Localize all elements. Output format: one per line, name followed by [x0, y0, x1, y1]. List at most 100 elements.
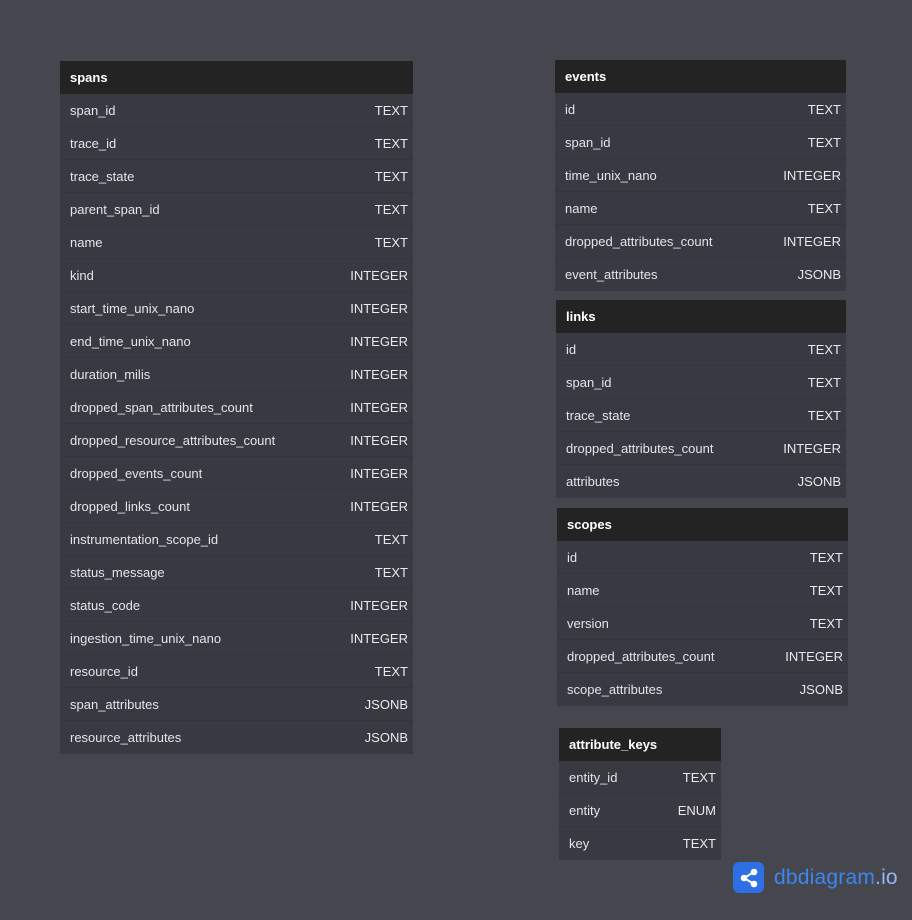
column-type: TEXT [807, 341, 841, 357]
column-name: key [569, 836, 590, 851]
column-type: TEXT [374, 168, 408, 184]
table-scopes[interactable]: scopes id TEXT name TEXT version TEXT dropped_… [557, 508, 848, 706]
table-row[interactable]: parent_span_id TEXT [60, 193, 413, 226]
table-row[interactable]: status_code INTEGER [60, 589, 413, 622]
table-row[interactable]: dropped_attributes_count INTEGER [557, 640, 848, 673]
column-type: INTEGER [350, 333, 408, 349]
column-type: TEXT [809, 615, 843, 631]
column-type: TEXT [374, 102, 408, 118]
table-row[interactable]: start_time_unix_nano INTEGER [60, 292, 413, 325]
table-row[interactable]: instrumentation_scope_id TEXT [60, 523, 413, 556]
column-type: TEXT [807, 407, 841, 423]
column-name: trace_state [70, 168, 135, 184]
column-name: dropped_attributes_count [567, 648, 715, 664]
table-header[interactable]: links [556, 300, 846, 333]
table-header[interactable]: events [555, 60, 846, 93]
table-row[interactable]: name TEXT [555, 192, 846, 225]
column-type: INTEGER [783, 440, 841, 456]
column-name: attributes [566, 474, 620, 489]
column-type: JSONB [364, 730, 408, 745]
column-type: TEXT [682, 836, 716, 851]
table-row[interactable]: dropped_events_count INTEGER [60, 457, 413, 490]
table-row[interactable]: resource_attributes JSONB [60, 721, 413, 754]
column-type: TEXT [809, 582, 843, 598]
column-name: scope_attributes [567, 682, 663, 697]
table-row[interactable]: trace_state TEXT [556, 399, 846, 432]
column-type: JSONB [797, 474, 841, 489]
table-spans[interactable]: spans span_id TEXT trace_id TEXT trace_state… [60, 61, 413, 754]
table-row[interactable]: dropped_links_count INTEGER [60, 490, 413, 523]
column-name: id [567, 549, 578, 565]
table-row[interactable]: trace_id TEXT [60, 127, 413, 160]
column-type: TEXT [374, 663, 408, 679]
column-name: dropped_attributes_count [565, 233, 713, 249]
table-row[interactable]: kind INTEGER [60, 259, 413, 292]
column-name: id [565, 101, 576, 117]
table-row[interactable]: entity_id TEXT [559, 761, 721, 794]
table-row[interactable]: dropped_attributes_count INTEGER [555, 225, 846, 258]
column-name: resource_attributes [70, 730, 182, 745]
table-row[interactable]: duration_milis INTEGER [60, 358, 413, 391]
share-nodes-icon [733, 862, 764, 893]
table-row[interactable]: time_unix_nano INTEGER [555, 159, 846, 192]
column-name: status_message [70, 564, 165, 580]
dbdiagram-logo[interactable]: dbdiagram.io [733, 862, 898, 893]
table-row[interactable]: resource_id TEXT [60, 655, 413, 688]
table-row[interactable]: name TEXT [60, 226, 413, 259]
table-events[interactable]: events id TEXT span_id TEXT time_unix_nano IN… [555, 60, 846, 291]
column-name: dropped_events_count [70, 465, 203, 481]
table-row[interactable]: name TEXT [557, 574, 848, 607]
column-type: JSONB [797, 267, 841, 282]
table-row[interactable]: id TEXT [555, 93, 846, 126]
table-header[interactable]: scopes [557, 508, 848, 541]
column-name: dropped_resource_attributes_count [70, 432, 276, 448]
column-type: JSONB [364, 696, 408, 712]
column-name: resource_id [70, 663, 138, 679]
table-row[interactable]: trace_state TEXT [60, 160, 413, 193]
table-row[interactable]: dropped_resource_attributes_count INTEGER [60, 424, 413, 457]
table-row[interactable]: span_id TEXT [60, 94, 413, 127]
column-type: INTEGER [350, 630, 408, 646]
column-type: TEXT [807, 134, 841, 150]
table-row[interactable]: key TEXT [559, 827, 721, 860]
table-row[interactable]: span_id TEXT [556, 366, 846, 399]
column-name: instrumentation_scope_id [70, 531, 219, 547]
column-name: span_id [70, 102, 116, 118]
table-row[interactable]: span_id TEXT [555, 126, 846, 159]
table-row[interactable]: version TEXT [557, 607, 848, 640]
table-links[interactable]: links id TEXT span_id TEXT trace_state TEXT dr… [556, 300, 846, 498]
table-row[interactable]: end_time_unix_nano INTEGER [60, 325, 413, 358]
column-name: parent_span_id [70, 201, 160, 217]
table-row[interactable]: id TEXT [557, 541, 848, 574]
table-row[interactable]: ingestion_time_unix_nano INTEGER [60, 622, 413, 655]
column-type: INTEGER [350, 498, 408, 514]
table-row[interactable]: entity ENUM [559, 794, 721, 827]
table-row[interactable]: event_attributes JSONB [555, 258, 846, 291]
column-type: INTEGER [350, 399, 408, 415]
column-type: INTEGER [785, 648, 843, 664]
column-type: INTEGER [350, 432, 408, 448]
column-name: dropped_attributes_count [566, 440, 714, 456]
column-name: dropped_links_count [70, 498, 190, 514]
column-type: INTEGER [783, 233, 841, 249]
column-type: INTEGER [350, 366, 408, 382]
table-header[interactable]: spans [60, 61, 413, 94]
column-type: TEXT [374, 564, 408, 580]
table-attribute-keys[interactable]: attribute_keys entity_id TEXT entity ENUM ke… [559, 728, 721, 860]
column-type: TEXT [682, 769, 716, 785]
table-row[interactable]: attributes JSONB [556, 465, 846, 498]
column-name: start_time_unix_nano [70, 300, 195, 316]
table-row[interactable]: status_message TEXT [60, 556, 413, 589]
table-header[interactable]: attribute_keys [559, 728, 721, 761]
column-name: dropped_span_attributes_count [70, 399, 253, 415]
table-row[interactable]: scope_attributes JSONB [557, 673, 848, 706]
table-row[interactable]: span_attributes JSONB [60, 688, 413, 721]
table-row[interactable]: dropped_span_attributes_count INTEGER [60, 391, 413, 424]
column-name: kind [70, 267, 94, 283]
column-type: TEXT [809, 549, 843, 565]
column-name: ingestion_time_unix_nano [70, 630, 222, 646]
column-name: id [566, 341, 577, 357]
column-name: event_attributes [565, 267, 658, 282]
table-row[interactable]: id TEXT [556, 333, 846, 366]
table-row[interactable]: dropped_attributes_count INTEGER [556, 432, 846, 465]
